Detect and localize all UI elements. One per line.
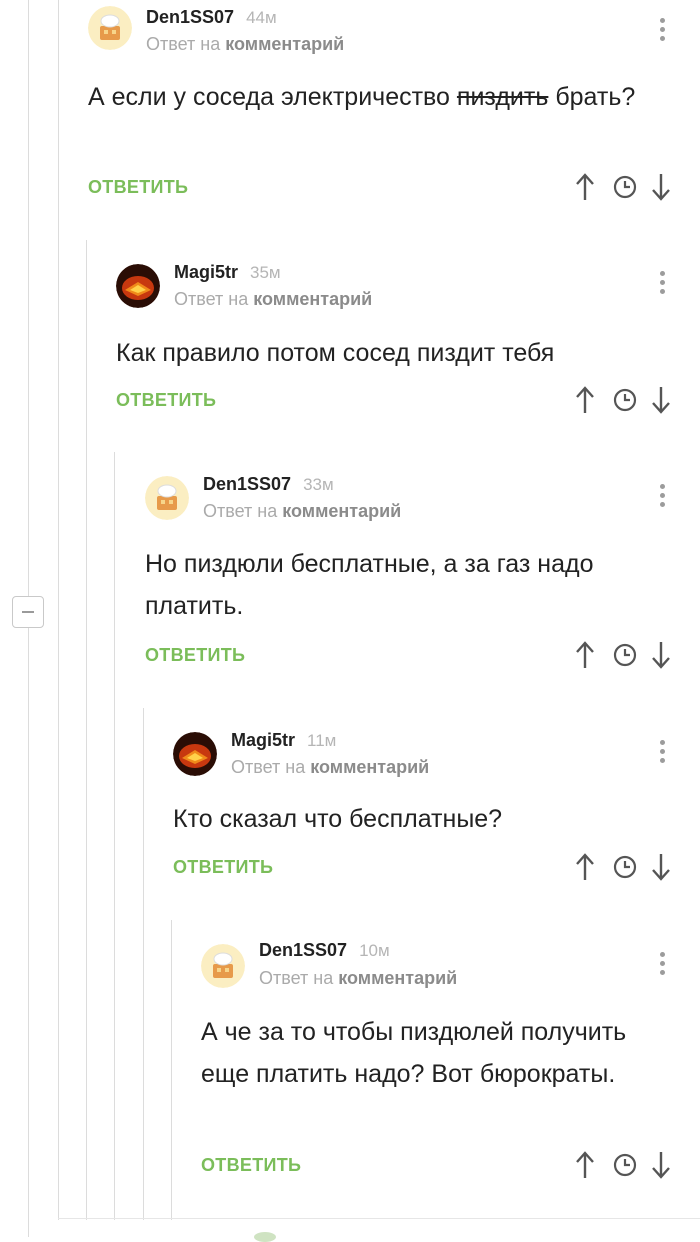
- arrow-down-icon[interactable]: [650, 385, 672, 415]
- thread-line-0: [28, 0, 29, 596]
- clock-icon[interactable]: [612, 852, 638, 882]
- comment-text: Как правило потом сосед пиздит тебя: [116, 339, 555, 367]
- comment-time: 44м: [246, 8, 277, 27]
- thread-line-4: [143, 708, 144, 1220]
- more-vertical-icon[interactable]: [660, 740, 666, 767]
- comment-1: Den1SS07 44м Ответ на комментарий А если …: [88, 0, 700, 215]
- comment-time: 33м: [303, 475, 334, 494]
- collapse-thread-button[interactable]: [12, 596, 44, 628]
- chef-hat-avatar[interactable]: [88, 6, 132, 50]
- more-vertical-icon[interactable]: [660, 271, 666, 298]
- thread-line-5: [171, 920, 172, 1220]
- comment-author[interactable]: Den1SS07 44м: [146, 7, 277, 28]
- reply-to-line: Ответ на комментарий: [231, 757, 430, 777]
- comment-time: 35м: [250, 263, 281, 282]
- thread-bottom-divider: [58, 1218, 700, 1219]
- comment-time: 11м: [307, 731, 337, 750]
- reply-to-link[interactable]: комментарий: [225, 34, 344, 54]
- reply-to-line: Ответ на комментарий: [203, 501, 402, 521]
- reply-to-link[interactable]: комментарий: [282, 501, 401, 521]
- arrow-down-icon[interactable]: [650, 1150, 672, 1180]
- arrow-up-icon[interactable]: [574, 385, 596, 415]
- clock-icon[interactable]: [612, 172, 638, 202]
- chef-hat-avatar[interactable]: [201, 944, 245, 988]
- comment-author[interactable]: Magi5tr 35м: [174, 262, 281, 283]
- clock-icon[interactable]: [612, 640, 638, 670]
- comment-5: Den1SS07 10м Ответ на комментарий А че за…: [201, 938, 700, 1198]
- reply-to-line: Ответ на комментарий: [146, 34, 345, 54]
- comment-author[interactable]: Den1SS07 33м: [203, 474, 334, 495]
- arrow-up-icon[interactable]: [574, 852, 596, 882]
- more-vertical-icon[interactable]: [660, 952, 666, 979]
- fire-book-avatar[interactable]: [173, 732, 217, 776]
- thread-line-1: [58, 0, 59, 1220]
- comment-text: Но пиздюли бесплатные, а за газ надо пла…: [145, 550, 594, 620]
- arrow-up-icon[interactable]: [574, 640, 596, 670]
- comment-text: А если у соседа электричество пиздить бр…: [88, 83, 636, 111]
- arrow-down-icon[interactable]: [650, 640, 672, 670]
- comment-author[interactable]: Magi5tr 11м: [231, 730, 336, 751]
- clock-icon[interactable]: [612, 1150, 638, 1180]
- arrow-down-icon[interactable]: [650, 172, 672, 202]
- arrow-up-icon[interactable]: [574, 172, 596, 202]
- reply-button[interactable]: ОТВЕТИТЬ: [116, 390, 216, 411]
- comment-author[interactable]: Den1SS07 10м: [259, 940, 390, 961]
- reply-button[interactable]: ОТВЕТИТЬ: [145, 645, 245, 666]
- arrow-up-icon[interactable]: [574, 1150, 596, 1180]
- fire-book-avatar[interactable]: [116, 264, 160, 308]
- comment-time: 10м: [359, 941, 390, 960]
- reply-to-link[interactable]: комментарий: [338, 968, 457, 988]
- reply-to-line: Ответ на комментарий: [259, 968, 458, 988]
- comment-text: А че за то чтобы пиздюлей получить еще п…: [201, 1018, 627, 1088]
- more-vertical-icon[interactable]: [660, 484, 666, 511]
- reply-button[interactable]: ОТВЕТИТЬ: [173, 857, 273, 878]
- chef-hat-avatar[interactable]: [145, 476, 189, 520]
- thread-line-0b: [28, 628, 29, 1237]
- next-comment-peek: [254, 1232, 276, 1242]
- reply-button[interactable]: ОТВЕТИТЬ: [88, 177, 188, 198]
- reply-to-link[interactable]: комментарий: [253, 289, 372, 309]
- comment-2: Magi5tr 35м Ответ на комментарий Как прав…: [116, 258, 700, 428]
- thread-line-3: [114, 452, 115, 1220]
- comment-3: Den1SS07 33м Ответ на комментарий Но пизд…: [145, 470, 700, 685]
- thread-line-2: [86, 240, 87, 1220]
- reply-button[interactable]: ОТВЕТИТЬ: [201, 1155, 301, 1176]
- comment-4: Magi5tr 11м Ответ на комментарий Кто сказ…: [173, 728, 700, 898]
- minus-icon: [22, 611, 34, 613]
- reply-to-line: Ответ на комментарий: [174, 289, 373, 309]
- more-vertical-icon[interactable]: [660, 18, 666, 45]
- clock-icon[interactable]: [612, 385, 638, 415]
- reply-to-link[interactable]: комментарий: [310, 757, 429, 777]
- comment-text: Кто сказал что бесплатные?: [173, 805, 503, 833]
- strikethrough-word: пиздить: [456, 83, 549, 111]
- arrow-down-icon[interactable]: [650, 852, 672, 882]
